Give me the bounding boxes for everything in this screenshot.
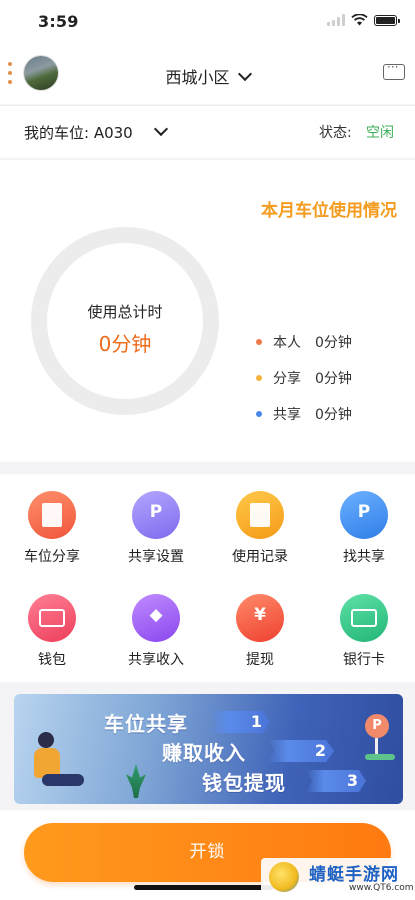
banner-arrow-1: 1	[210, 711, 270, 733]
banner-step-2: 2	[314, 741, 326, 760]
community-name: 西城小区	[165, 68, 230, 87]
slot-selector-label[interactable]: 我的车位: A030	[24, 122, 133, 143]
menu-label: 共享设置	[128, 549, 184, 565]
banner-arrow-2: 2	[268, 740, 334, 762]
legend-item-self: 本人 0分钟	[256, 324, 352, 360]
legend-dot	[256, 411, 262, 417]
banner-line-1: 车位共享	[104, 712, 188, 736]
promo-banner[interactable]: 车位共享 1 赚取收入 2 钱包提现 3 P	[14, 694, 403, 804]
share-settings-icon: P	[132, 491, 180, 539]
ring-value: 0分钟	[98, 332, 152, 356]
legend-dot	[256, 375, 262, 381]
menu-item-bank-card[interactable]: 银行卡	[312, 594, 415, 669]
watermark: 蜻蜓手游网 www.QT6.com	[261, 858, 414, 900]
menu-item-withdraw[interactable]: ¥ 提现	[208, 594, 312, 669]
menu-item-slot-share[interactable]: 车位分享	[0, 491, 104, 566]
home-indicator[interactable]	[134, 885, 274, 890]
menu-label: 钱包	[38, 652, 66, 668]
battery-icon	[374, 14, 400, 26]
menu-label: 银行卡	[343, 652, 385, 668]
legend-item-shared: 共享 0分钟	[256, 396, 352, 432]
plant-illustration	[126, 764, 146, 798]
person-illustration	[24, 732, 84, 798]
banner-step-3: 3	[346, 771, 358, 790]
bottom-bar: 开锁 蜻蜓手游网 www.QT6.com	[0, 810, 415, 900]
wallet-icon	[28, 594, 76, 642]
menu-item-share-income[interactable]: ◆ 共享收入	[104, 594, 208, 669]
community-selector[interactable]: 西城小区	[0, 64, 415, 88]
share-income-icon: ◆	[132, 594, 180, 642]
legend-name: 分享	[273, 371, 301, 387]
menu-item-share-settings[interactable]: P 共享设置	[104, 491, 208, 566]
parking-slot-bar: 我的车位: A030 状态: 空闲	[0, 105, 415, 158]
top-header: 西城小区	[0, 44, 415, 104]
share-slot-icon	[28, 491, 76, 539]
menu-item-wallet[interactable]: 钱包	[0, 594, 104, 669]
menu-label: 车位分享	[24, 549, 80, 565]
cellular-signal-icon	[327, 14, 345, 26]
parking-sign-icon: P	[365, 714, 389, 738]
legend-item-share: 分享 0分钟	[256, 360, 352, 396]
message-icon[interactable]	[383, 60, 405, 80]
watermark-url: www.QT6.com	[349, 883, 414, 893]
withdraw-icon: ¥	[236, 594, 284, 642]
usage-panel: 本月车位使用情况 使用总计时 0分钟 本人 0分钟 分享 0分钟 共享 0分钟	[0, 160, 415, 462]
menu-label: 提现	[246, 652, 274, 668]
system-icons	[327, 14, 400, 26]
legend-value: 0分钟	[315, 407, 352, 423]
legend-value: 0分钟	[315, 371, 352, 387]
chevron-down-icon	[237, 66, 252, 82]
ring-label: 使用总计时	[87, 303, 163, 321]
menu-label: 共享收入	[128, 652, 184, 668]
bank-card-icon	[340, 594, 388, 642]
banner-step-1: 1	[250, 712, 262, 731]
grass-decoration	[365, 754, 395, 760]
menu-item-usage-record[interactable]: 使用记录	[208, 491, 312, 566]
menu-label: 找共享	[343, 549, 385, 565]
usage-legend: 本人 0分钟 分享 0分钟 共享 0分钟	[256, 324, 352, 432]
find-share-icon: P	[340, 491, 388, 539]
banner-line-2: 赚取收入	[162, 741, 246, 765]
wifi-icon	[351, 14, 368, 26]
usage-ring: 使用总计时 0分钟	[31, 227, 219, 415]
menu-label: 使用记录	[232, 549, 288, 565]
legend-name: 共享	[273, 407, 301, 423]
status-bar: 3:59	[0, 0, 415, 44]
usage-title: 本月车位使用情况	[261, 201, 397, 221]
watermark-name: 蜻蜓手游网	[309, 865, 399, 885]
banner-arrow-3: 3	[306, 770, 366, 792]
menu-item-find-share[interactable]: P 找共享	[312, 491, 415, 566]
state-value: 空闲	[366, 125, 394, 141]
banner-line-3: 钱包提现	[202, 771, 286, 795]
dragonfly-logo-icon	[269, 862, 299, 892]
usage-record-icon	[236, 491, 284, 539]
slot-chevron-down-icon[interactable]	[153, 121, 169, 137]
status-time: 3:59	[38, 12, 79, 31]
legend-value: 0分钟	[315, 335, 352, 351]
state-label: 状态:	[319, 125, 352, 141]
legend-dot	[256, 339, 262, 345]
legend-name: 本人	[273, 335, 301, 351]
feature-grid: 车位分享 P 共享设置 使用记录 P 找共享 钱包 ◆ 共享收入 ¥ 提现 银行…	[0, 474, 415, 682]
